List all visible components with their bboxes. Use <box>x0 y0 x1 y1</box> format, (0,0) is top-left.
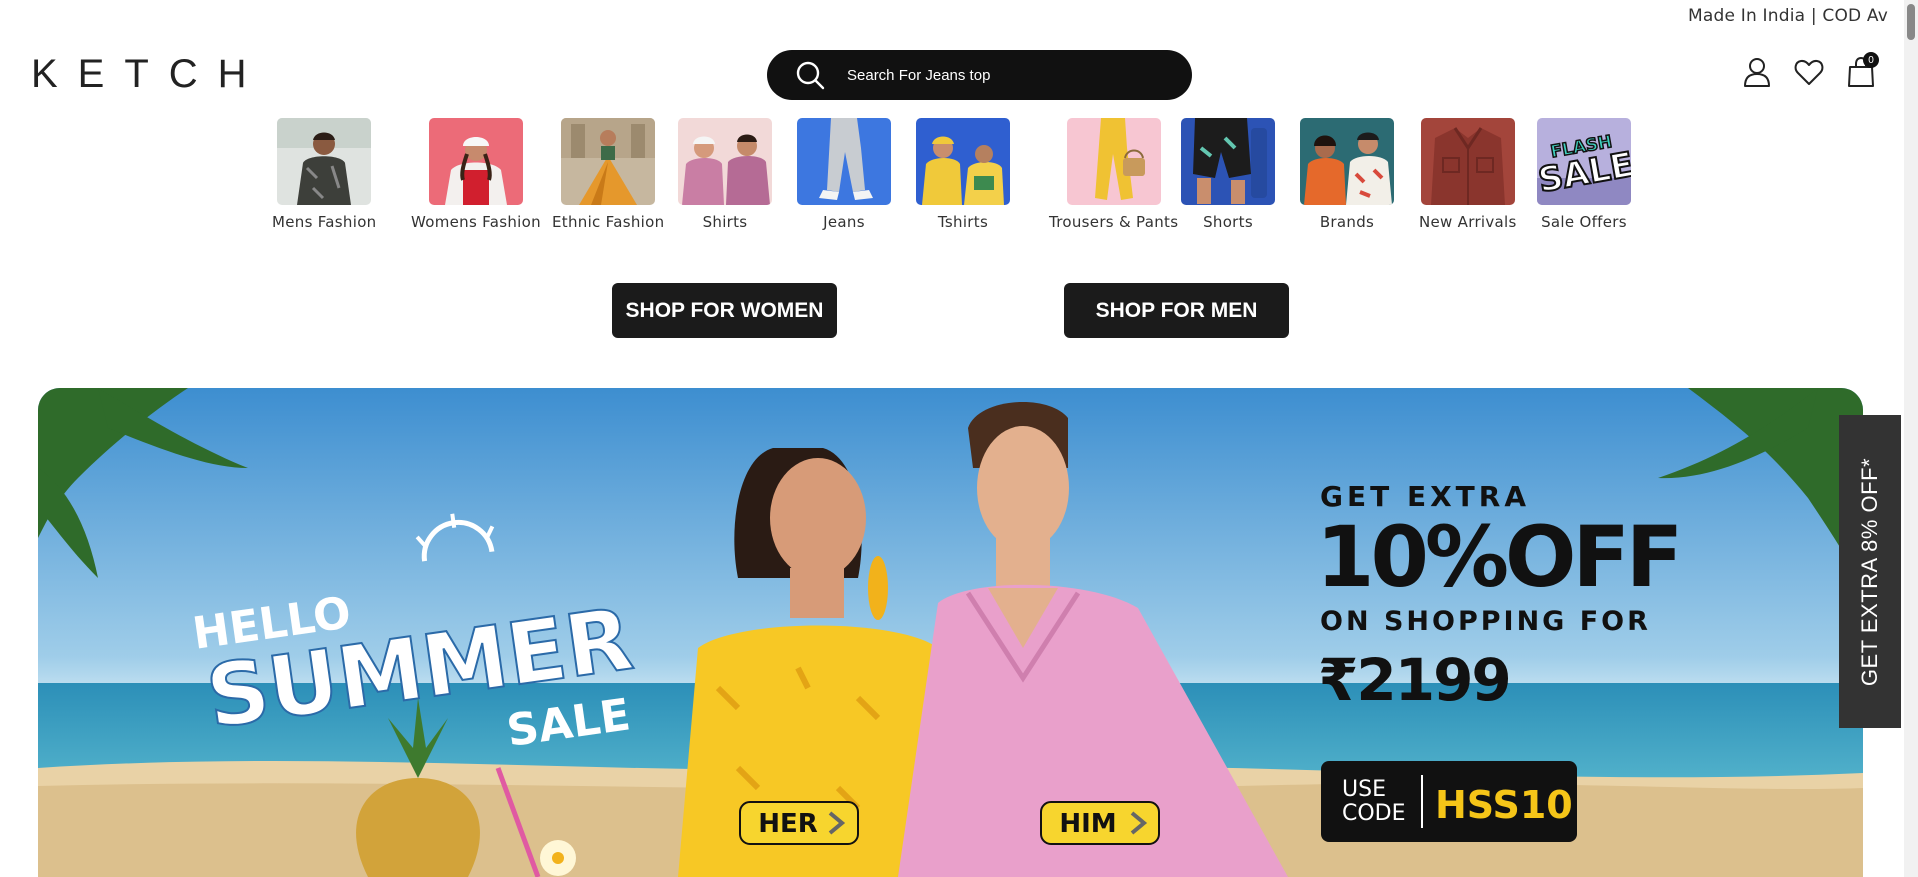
side-tab-label: GET EXTRA 8% OFF* <box>1857 457 1882 686</box>
category-strip: Mens Fashion Womens Fashion Ethnic Fashi… <box>0 118 1918 238</box>
category-label: Sale Offers <box>1541 213 1627 231</box>
jeans-thumbnail <box>797 118 891 205</box>
her-label: HER <box>758 809 818 839</box>
use-text: USE <box>1342 777 1386 802</box>
announcement-ticker: Made In India | COD Av <box>1688 6 1889 26</box>
header-actions: 0 <box>1742 52 1879 88</box>
ethnic-fashion-thumbnail <box>561 118 656 205</box>
category-label: Tshirts <box>937 213 989 231</box>
category-shirts[interactable]: Shirts <box>678 118 772 231</box>
coupon-code-text: HSS10 <box>1435 783 1573 827</box>
category-label: Trousers & Pants <box>1049 213 1179 231</box>
scrollbar-thumb[interactable] <box>1907 4 1915 40</box>
search-icon[interactable] <box>795 60 825 90</box>
shop-for-men-button[interactable]: SHOP FOR MEN <box>1064 283 1289 338</box>
category-new-arrivals[interactable]: New Arrivals <box>1419 118 1517 231</box>
page-scrollbar[interactable] <box>1904 0 1918 877</box>
him-button[interactable]: HIM <box>1040 801 1160 845</box>
category-womens-fashion[interactable]: Womens Fashion <box>411 118 541 231</box>
wishlist-heart-icon[interactable] <box>1794 56 1824 88</box>
hero-banner[interactable]: HELLO SUMMER SALE HER HIM GET EXTRA 10%O… <box>38 388 1863 877</box>
shop-for-women-button[interactable]: SHOP FOR WOMEN <box>612 283 837 338</box>
ketch-logo[interactable]: KETCH <box>31 52 267 97</box>
category-sale-offers[interactable]: FLASH SALE Sale Offers <box>1537 118 1631 231</box>
category-label: Jeans <box>823 213 865 231</box>
brands-thumbnail <box>1300 118 1394 205</box>
her-button[interactable]: HER <box>739 801 859 845</box>
category-ethnic-fashion[interactable]: Ethnic Fashion <box>552 118 664 231</box>
category-mens-fashion[interactable]: Mens Fashion <box>272 118 376 231</box>
category-shorts[interactable]: Shorts <box>1181 118 1275 231</box>
trousers-pants-thumbnail <box>1066 118 1161 205</box>
category-label: Brands <box>1319 213 1375 231</box>
category-tshirts[interactable]: Tshirts <box>916 118 1010 231</box>
category-label: New Arrivals <box>1419 213 1517 231</box>
extra-offer-side-tab[interactable]: GET EXTRA 8% OFF* <box>1839 415 1901 728</box>
search-bar[interactable]: Search For Jeans top <box>767 50 1192 100</box>
page: Made In India | COD Av KETCH Search For … <box>0 0 1918 877</box>
tshirts-thumbnail <box>916 118 1010 205</box>
coupon-code-box[interactable]: USE CODE HSS10 <box>1321 761 1577 842</box>
womens-fashion-thumbnail <box>428 118 523 205</box>
on-shopping-text: ON SHOPPING FOR <box>1320 606 1651 637</box>
category-label: Shorts <box>1203 213 1253 231</box>
category-trousers-pants[interactable]: Trousers & Pants <box>1049 118 1178 231</box>
mens-fashion-thumbnail <box>277 118 372 205</box>
category-brands[interactable]: Brands <box>1300 118 1394 231</box>
new-arrivals-thumbnail <box>1420 118 1515 205</box>
cart-count-badge: 0 <box>1863 52 1879 68</box>
discount-text: 10%OFF <box>1316 508 1679 606</box>
cart-button[interactable]: 0 <box>1846 52 1879 88</box>
category-jeans[interactable]: Jeans <box>797 118 891 231</box>
search-input[interactable]: Search For Jeans top <box>847 67 990 84</box>
category-label: Mens Fashion <box>272 213 377 231</box>
hero-artwork: HELLO SUMMER SALE HER HIM GET EXTRA 10%O… <box>38 388 1863 877</box>
category-label: Shirts <box>702 213 748 231</box>
him-label: HIM <box>1059 809 1116 839</box>
code-label-text: CODE <box>1342 801 1406 826</box>
category-label: Womens Fashion <box>411 213 541 231</box>
amount-text: ₹2199 <box>1318 646 1510 714</box>
user-icon[interactable] <box>1742 56 1772 88</box>
category-label: Ethnic Fashion <box>552 213 665 231</box>
shorts-thumbnail <box>1181 118 1275 205</box>
shirts-thumbnail <box>678 118 772 205</box>
flash-sale-thumbnail: FLASH SALE <box>1537 118 1631 205</box>
